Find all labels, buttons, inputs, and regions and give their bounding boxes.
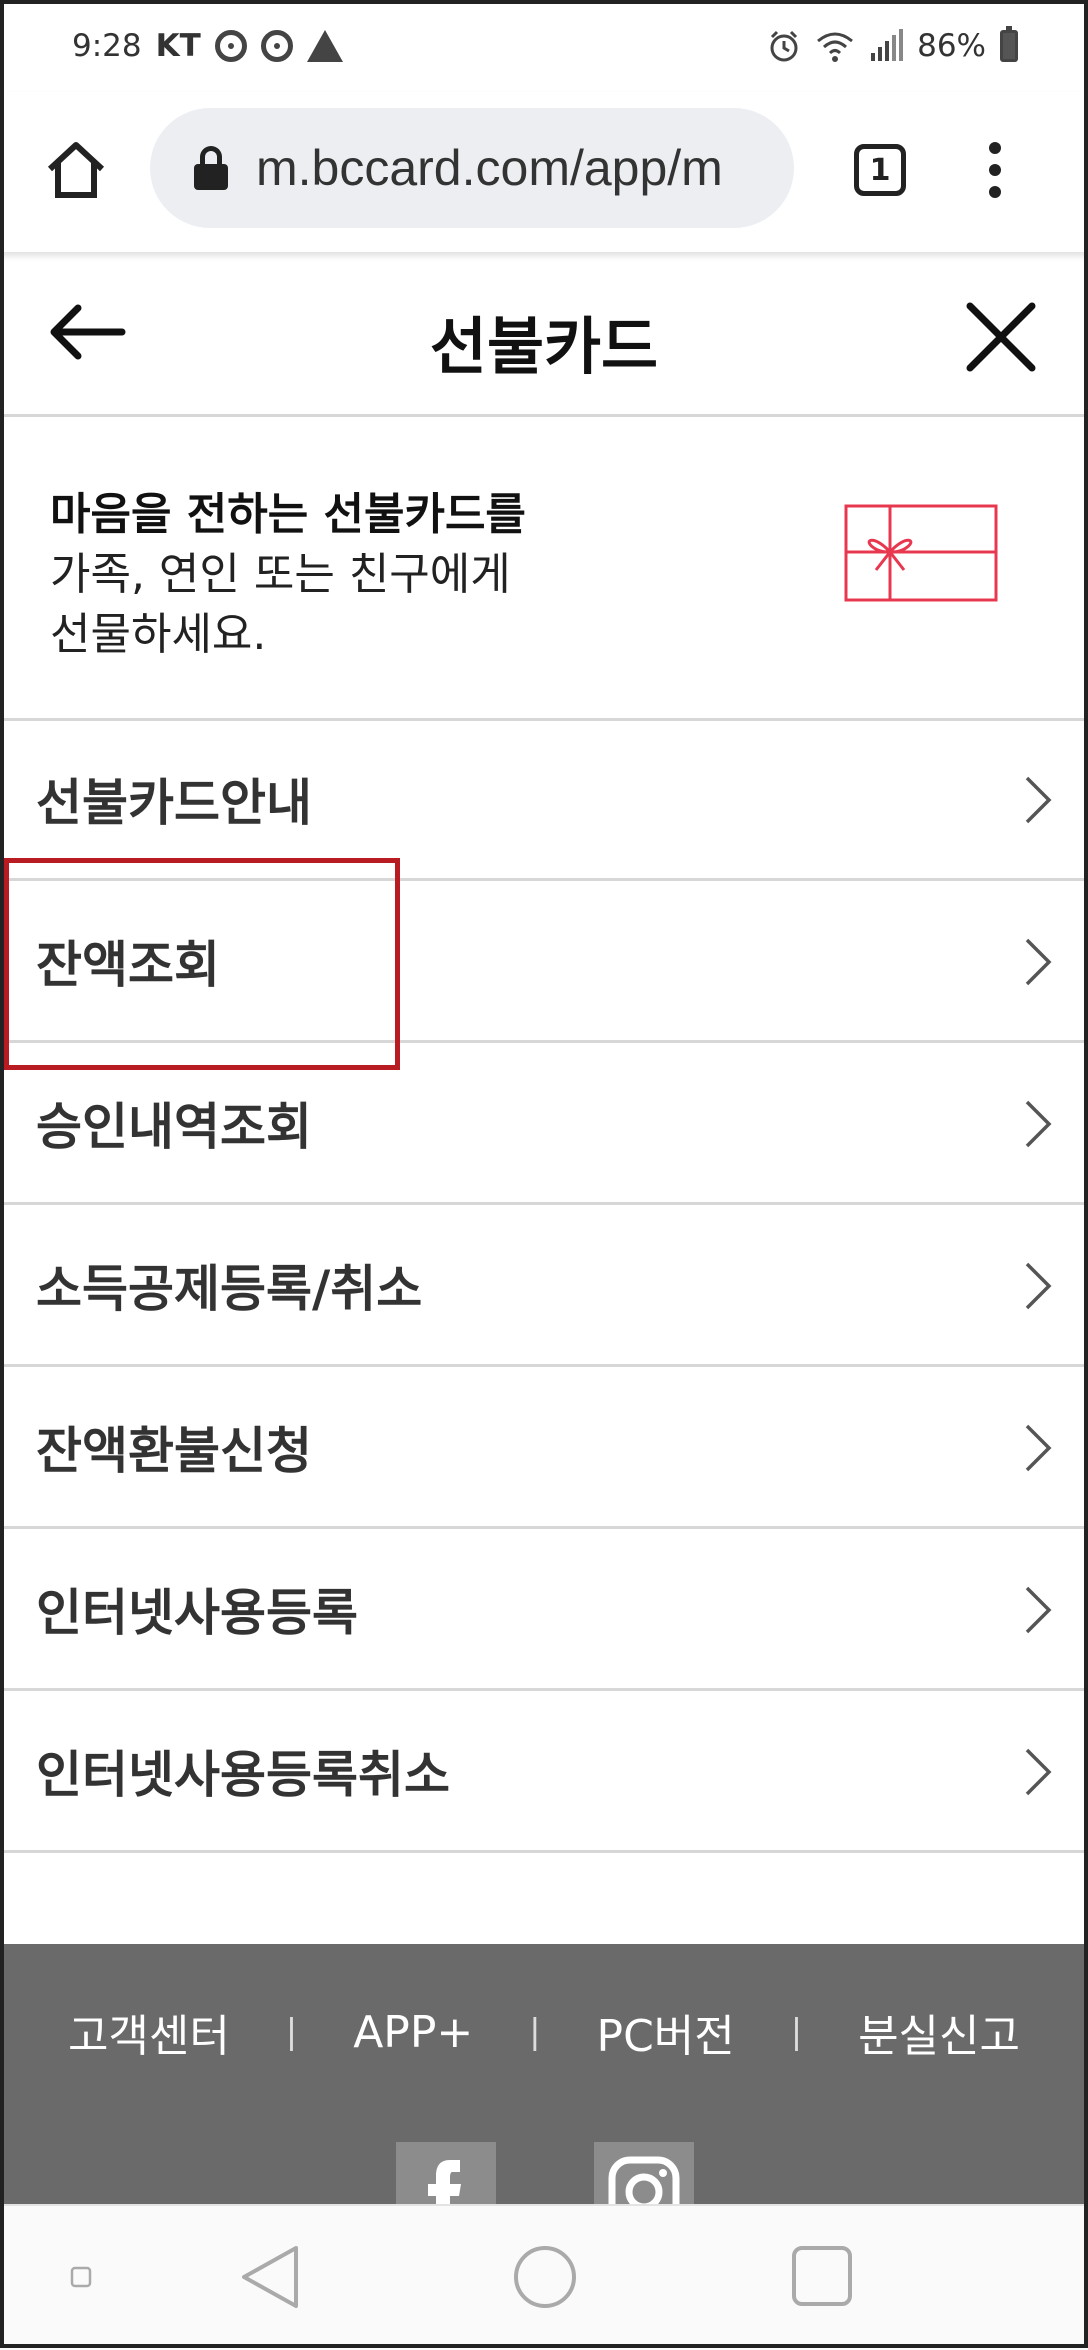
lock-icon (194, 146, 228, 190)
footer-link-pc-version[interactable]: PC버전 (597, 2000, 735, 2064)
alarm-icon (770, 30, 798, 62)
chevron-right-icon (1025, 1748, 1052, 1796)
menu-item-balance-refund[interactable]: 잔액환불신청 (0, 1367, 1088, 1529)
gift-card-icon (844, 504, 998, 602)
menu-item-label: 인터넷사용등록 (36, 1583, 358, 1642)
site-footer: 고객센터 | APP+ | PC버전 | 분실신고 (0, 1944, 1088, 2204)
menu-item-tax-deduction[interactable]: 소득공제등록/취소 (0, 1205, 1088, 1367)
footer-link-app-plus[interactable]: APP+ (353, 2007, 473, 2058)
close-icon[interactable] (966, 302, 1036, 372)
menu-item-label: 소득공제등록/취소 (36, 1259, 423, 1318)
wifi-icon (817, 32, 854, 62)
footer-separator: | (790, 2012, 803, 2052)
banner-headline: 마음을 전하는 선불카드를 (50, 489, 526, 540)
chevron-right-icon (1025, 938, 1052, 986)
nav-back-icon[interactable] (238, 2244, 302, 2310)
footer-separator: | (285, 2012, 298, 2052)
chevron-right-icon (1025, 1262, 1052, 1310)
address-bar[interactable]: m.bccard.com/app/m (150, 108, 794, 228)
footer-separator: | (529, 2012, 541, 2052)
chevron-right-icon (1025, 1100, 1052, 1148)
aperture-icon (260, 30, 293, 62)
footer-links: 고객센터 | APP+ | PC버전 | 분실신고 (0, 2000, 1088, 2064)
chevron-right-icon (1025, 1424, 1052, 1472)
chevron-right-icon (1025, 1586, 1052, 1634)
system-nav-bar (0, 2204, 1088, 2350)
facebook-icon[interactable] (396, 2142, 496, 2204)
menu-item-internet-registration-cancel[interactable]: 인터넷사용등록취소 (0, 1691, 1088, 1853)
more-vert-icon[interactable] (988, 142, 1002, 198)
page-title: 선불카드 (429, 310, 659, 383)
home-icon[interactable] (44, 137, 108, 201)
tab-switcher-button[interactable]: 1 (854, 144, 906, 196)
status-carrier: KT (155, 28, 201, 64)
battery-icon (1000, 26, 1018, 62)
menu-item-internet-registration[interactable]: 인터넷사용등록 (0, 1529, 1088, 1691)
chevron-right-icon (1025, 776, 1052, 824)
menu-item-label: 인터넷사용등록취소 (36, 1745, 450, 1804)
status-time: 9:28 (72, 28, 142, 64)
status-bar: 9:28 KT 86% (0, 0, 1088, 92)
highlight-box (4, 858, 400, 1070)
warning-icon (306, 30, 343, 62)
aperture-icon (214, 30, 247, 62)
browser-toolbar: m.bccard.com/app/m 1 (0, 92, 1088, 252)
menu-item-label: 잔액환불신청 (36, 1421, 312, 1480)
menu-item-prepaid-guide[interactable]: 선불카드안내 (0, 719, 1088, 881)
signal-icon (871, 29, 904, 61)
battery-percent: 86% (917, 28, 986, 64)
promo-banner: 마음을 전하는 선불카드를 가족, 연인 또는 친구에게 선물하세요. (0, 416, 1088, 721)
recents-small-icon[interactable] (70, 2266, 92, 2288)
menu-item-label: 선불카드안내 (36, 773, 312, 832)
footer-link-customer-center[interactable]: 고객센터 (68, 2000, 230, 2064)
banner-line-3: 선물하세요. (50, 609, 267, 660)
banner-line-2: 가족, 연인 또는 친구에게 (50, 549, 511, 600)
instagram-icon[interactable] (594, 2142, 694, 2204)
footer-link-lost-report[interactable]: 분실신고 (858, 2000, 1020, 2064)
url-text: m.bccard.com/app/m (256, 140, 723, 196)
menu-item-label: 승인내역조회 (36, 1097, 312, 1156)
nav-home-icon[interactable] (512, 2244, 578, 2310)
page-header: 선불카드 (0, 252, 1088, 417)
nav-recents-icon[interactable] (790, 2244, 854, 2308)
